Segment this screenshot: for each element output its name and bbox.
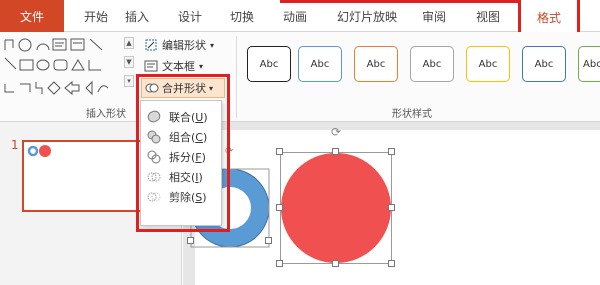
tab-insert[interactable]: 插入 xyxy=(125,0,149,32)
resize-handle[interactable] xyxy=(388,260,395,267)
rotate-handle-icon[interactable]: ⟳ xyxy=(331,125,341,139)
slide-thumbnail[interactable] xyxy=(22,140,142,212)
shape-style-preview[interactable]: Abc xyxy=(466,46,510,82)
tab-review[interactable]: 审阅 xyxy=(422,0,446,32)
group-divider xyxy=(236,36,237,118)
tab-design[interactable]: 设计 xyxy=(178,0,202,32)
text-box-icon xyxy=(144,60,158,72)
shape-style-preview[interactable]: Abc xyxy=(410,46,454,82)
shape-style-preview[interactable]: Abc xyxy=(578,46,600,82)
resize-handle[interactable] xyxy=(276,204,283,211)
tab-transitions[interactable]: 切换 xyxy=(230,0,254,32)
resize-handle[interactable] xyxy=(187,237,194,244)
resize-handle[interactable] xyxy=(332,148,339,155)
chevron-down-icon: ▾ xyxy=(199,61,204,71)
resize-handle[interactable] xyxy=(332,260,339,267)
resize-handle[interactable] xyxy=(388,148,395,155)
insert-shapes-group-label: 插入形状 xyxy=(86,109,126,120)
shape-gallery-icons[interactable] xyxy=(2,36,120,100)
red-circle-shape[interactable] xyxy=(280,152,392,264)
edit-shape-button[interactable]: 编辑形状 ▾ xyxy=(144,36,214,54)
highlight-box xyxy=(136,74,230,232)
tab-animations[interactable]: 动画 xyxy=(283,0,307,32)
shape-gallery xyxy=(2,36,120,100)
shape-style-preview[interactable]: Abc xyxy=(354,46,398,82)
tab-home[interactable]: 开始 xyxy=(84,0,108,32)
shape-style-preview[interactable]: Abc xyxy=(247,46,291,82)
text-box-label: 文本框 xyxy=(162,60,195,73)
tab-slideshow[interactable]: 幻灯片放映 xyxy=(337,0,397,32)
gallery-expand-button[interactable]: ▾ xyxy=(124,75,134,87)
tab-view[interactable]: 视图 xyxy=(476,0,500,32)
resize-handle[interactable] xyxy=(265,237,272,244)
edit-shape-label: 编辑形状 xyxy=(162,39,206,52)
chevron-down-icon: ▾ xyxy=(210,40,215,50)
shape-styles-group-label: 形状样式 xyxy=(392,109,432,120)
resize-handle[interactable] xyxy=(388,204,395,211)
tab-file[interactable]: 文件 xyxy=(0,0,64,32)
resize-handle[interactable] xyxy=(276,148,283,155)
gallery-scroll-up-button[interactable]: ▲ xyxy=(124,37,134,49)
edit-shape-icon xyxy=(145,39,157,51)
text-box-button[interactable]: 文本框 ▾ xyxy=(144,57,203,75)
resize-handle[interactable] xyxy=(276,260,283,267)
slide-number: 1 xyxy=(11,138,19,152)
thumbnail-shapes xyxy=(27,145,51,157)
shape-style-preview[interactable]: Abc xyxy=(298,46,342,82)
shape-style-preview[interactable]: Abc xyxy=(522,46,566,82)
gallery-scroll-down-button[interactable]: ▼ xyxy=(124,56,134,68)
